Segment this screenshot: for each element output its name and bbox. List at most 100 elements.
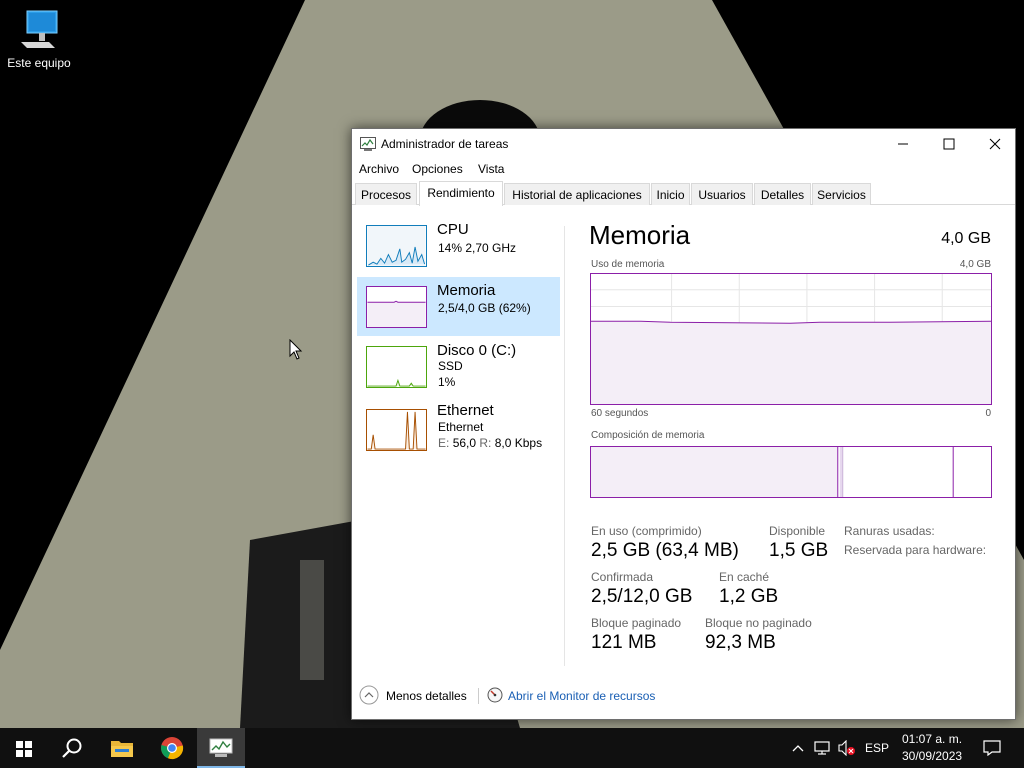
fewer-details-label[interactable]: Menos detalles — [386, 689, 467, 703]
send-prefix: E: — [438, 436, 450, 450]
memory-usage-graph — [590, 273, 992, 405]
cpu-thumbnail-graph — [366, 225, 427, 267]
maximize-button[interactable] — [926, 129, 972, 159]
mouse-pointer-icon — [289, 339, 303, 360]
taskbar: ESP 01:07 a. m. 30/09/2023 — [0, 728, 1024, 768]
clock-time[interactable]: 01:07 a. m. — [902, 732, 962, 746]
stat-slots: Ranuras usadas: Reservada para hardware: — [844, 524, 986, 557]
graph-time-span: 60 segundos — [591, 408, 649, 419]
file-explorer-button[interactable] — [98, 728, 146, 768]
receive-prefix: R: — [479, 436, 492, 450]
chrome-icon — [161, 737, 184, 760]
clock-date[interactable]: 30/09/2023 — [902, 749, 962, 763]
chevron-up-icon — [359, 685, 379, 705]
tab-inicio[interactable]: Inicio — [651, 183, 690, 205]
sidebar-item-disco[interactable]: Disco 0 (C:) SSD 1% — [357, 338, 560, 397]
chevron-up-icon[interactable] — [792, 743, 804, 753]
resource-monitor-icon — [487, 687, 503, 703]
sidebar-item-ethernet[interactable]: Ethernet Ethernet E: 56,0 R: 8,0 Kbps — [357, 401, 560, 460]
this-pc-label: Este equipo — [7, 56, 71, 70]
disk-label: Disco 0 (C:) — [437, 342, 517, 359]
memory-total: 4,0 GB — [941, 230, 991, 247]
nonpaged-pool-value: 92,3 MB — [705, 632, 776, 653]
in-use-value: 2,5 GB (63,4 MB) — [591, 540, 739, 561]
sidebar-item-cpu[interactable]: CPU 14% 2,70 GHz — [357, 217, 560, 276]
disk-type-text: SSD — [438, 359, 463, 373]
slots-label: Ranuras usadas: — [844, 524, 935, 538]
nonpaged-pool-label: Bloque no paginado — [705, 616, 812, 630]
receive-value: 8,0 Kbps — [494, 436, 543, 450]
disk-usage-text: 1% — [438, 375, 456, 389]
tab-historial[interactable]: Historial de aplicaciones — [504, 183, 650, 205]
tab-servicios[interactable]: Servicios — [812, 183, 871, 205]
reserved-label: Reservada para hardware: — [844, 543, 987, 557]
minimize-button[interactable] — [880, 129, 926, 159]
cached-value: 1,2 GB — [719, 586, 779, 607]
menu-vista[interactable]: Vista — [478, 162, 504, 176]
task-manager-icon — [209, 738, 233, 757]
cpu-label: CPU — [437, 221, 469, 238]
stat-cached: En caché 1,2 GB — [719, 570, 778, 608]
file-explorer-icon — [111, 741, 133, 757]
menu-archivo[interactable]: Archivo — [359, 162, 399, 176]
stat-committed: Confirmada 2,5/12,0 GB — [591, 570, 692, 608]
search-icon — [62, 738, 82, 758]
usage-graph-label: Uso de memoria — [591, 259, 665, 270]
volume-muted-icon[interactable] — [838, 740, 856, 756]
cpu-usage-text: 14% 2,70 GHz — [438, 241, 517, 255]
footer-divider — [478, 688, 479, 704]
open-resource-monitor-link[interactable]: Abrir el Monitor de recursos — [508, 689, 655, 703]
ethernet-adapter-text: Ethernet — [438, 420, 484, 434]
chrome-button[interactable] — [148, 728, 196, 768]
memory-title: Memoria — [589, 220, 691, 250]
menu-opciones[interactable]: Opciones — [412, 162, 463, 176]
graph-time-now: 0 — [985, 408, 991, 419]
task-manager-app-icon — [360, 137, 376, 151]
fewer-details-button[interactable] — [359, 685, 379, 705]
tab-procesos[interactable]: Procesos — [355, 183, 417, 205]
task-manager-window: Administrador de tareas Archivo Opciones… — [351, 128, 1016, 720]
performance-panel: CPU 14% 2,70 GHz Memoria 2,5/4,0 GB (62%… — [352, 206, 1015, 671]
panel-divider — [564, 226, 565, 666]
stat-nonpaged-pool: Bloque no paginado 92,3 MB — [705, 616, 812, 654]
ethernet-thumbnail-graph — [366, 409, 427, 451]
menu-bar: Archivo Opciones Vista — [352, 159, 1015, 181]
start-button[interactable] — [0, 728, 48, 768]
title-bar[interactable]: Administrador de tareas — [352, 129, 1015, 159]
memory-label: Memoria — [437, 282, 496, 299]
stat-paged-pool: Bloque paginado 121 MB — [591, 616, 681, 654]
maximize-icon — [943, 138, 955, 150]
disk-thumbnail-graph — [366, 346, 427, 388]
search-button[interactable] — [48, 728, 96, 768]
sidebar-item-memoria[interactable]: Memoria 2,5/4,0 GB (62%) — [357, 277, 560, 336]
tab-detalles[interactable]: Detalles — [754, 183, 811, 205]
tab-rendimiento[interactable]: Rendimiento — [419, 181, 503, 206]
computer-icon — [21, 10, 58, 48]
paged-pool-value: 121 MB — [591, 632, 657, 653]
ethernet-throughput-text: E: 56,0 R: 8,0 Kbps — [438, 436, 542, 450]
tab-bar: Procesos Rendimiento Historial de aplica… — [352, 181, 1015, 206]
memory-thumbnail-graph — [366, 286, 427, 328]
paged-pool-label: Bloque paginado — [591, 616, 682, 630]
committed-label: Confirmada — [591, 570, 654, 584]
committed-value: 2,5/12,0 GB — [591, 586, 693, 607]
available-label: Disponible — [769, 524, 826, 538]
network-icon[interactable] — [814, 740, 832, 756]
windows-start-icon — [16, 741, 32, 757]
usage-graph-max: 4,0 GB — [959, 259, 991, 270]
send-value: 56,0 — [452, 436, 477, 450]
language-indicator[interactable]: ESP — [865, 741, 889, 755]
stat-in-use: En uso (comprimido) 2,5 GB (63,4 MB) — [591, 524, 739, 562]
cached-label: En caché — [719, 570, 770, 584]
in-use-label: En uso (comprimido) — [591, 524, 702, 538]
close-button[interactable] — [972, 129, 1018, 159]
available-value: 1,5 GB — [769, 540, 829, 561]
task-manager-taskbar-button[interactable] — [197, 728, 245, 768]
close-icon — [989, 138, 1001, 150]
notifications-icon[interactable] — [983, 740, 1001, 756]
minimize-icon — [898, 143, 908, 145]
this-pc-desktop-icon[interactable]: Este equipo — [2, 8, 76, 78]
memory-usage-text: 2,5/4,0 GB (62%) — [438, 301, 531, 315]
stat-available: Disponible 1,5 GB — [769, 524, 828, 562]
tab-usuarios[interactable]: Usuarios — [691, 183, 753, 205]
